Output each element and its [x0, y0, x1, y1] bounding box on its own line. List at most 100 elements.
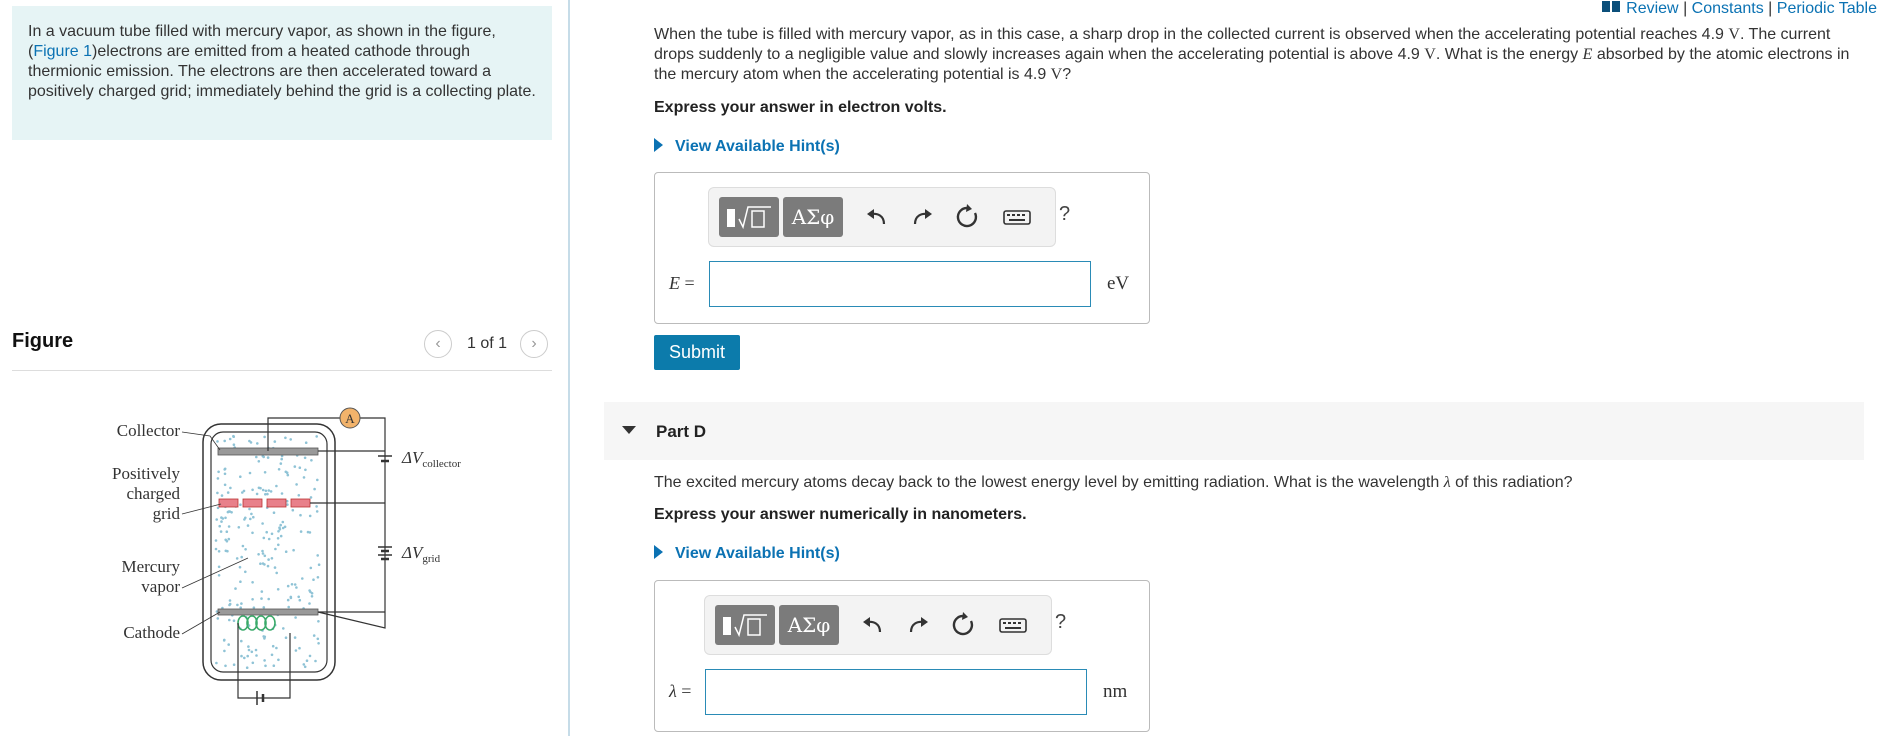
intro-text-after: )electrons are emitted from a heated cat… — [28, 43, 536, 100]
wavelength-answer-input[interactable] — [705, 669, 1087, 715]
vapor-dot — [316, 637, 320, 641]
vapor-dot — [279, 523, 282, 527]
vapor-dot — [217, 470, 220, 474]
redo-icon[interactable] — [905, 612, 931, 638]
chevron-right-icon: › — [531, 335, 537, 352]
vapor-dot — [317, 642, 320, 645]
periodic-table-link[interactable]: Periodic Table — [1777, 0, 1877, 17]
vapor-dot — [273, 440, 277, 443]
variable-lambda: λ — [1443, 474, 1451, 491]
vapor-dot — [315, 435, 318, 438]
vapor-dot — [266, 564, 270, 568]
vapor-dot — [255, 654, 258, 657]
part-d-question: The excited mercury atoms decay back to … — [654, 474, 1573, 492]
vapor-dot — [260, 597, 263, 600]
vapor-dot — [290, 583, 294, 586]
vapor-dot — [228, 599, 232, 602]
vapor-dot — [286, 473, 290, 477]
caret-right-icon — [654, 138, 663, 152]
grid-label-line2: charged — [127, 484, 181, 503]
math-toolbar: ΑΣφ ? — [704, 595, 1066, 655]
templates-button[interactable] — [719, 197, 779, 237]
energy-answer-input[interactable] — [709, 261, 1091, 307]
reset-icon[interactable] — [954, 204, 980, 230]
next-figure-button[interactable]: › — [520, 330, 548, 358]
vapor-dot — [295, 586, 298, 589]
vapor-dot — [229, 486, 232, 490]
unit-ev: eV — [1107, 273, 1130, 294]
vapor-dot — [228, 437, 232, 441]
vapor-dot — [299, 513, 302, 517]
vapor-dot — [272, 664, 276, 667]
constants-link[interactable]: Constants — [1692, 0, 1764, 17]
vapor-dot — [310, 459, 313, 462]
vapor-dot — [214, 547, 218, 551]
part-d-header[interactable]: Part D — [604, 402, 1864, 460]
vapor-dot — [245, 666, 249, 669]
submit-button[interactable]: Submit — [654, 335, 740, 370]
undo-icon[interactable] — [860, 612, 886, 638]
vapor-dot — [220, 516, 223, 519]
greek-symbols-button[interactable]: ΑΣφ — [779, 605, 839, 645]
unit-volts: V — [1050, 66, 1063, 83]
vapor-dot — [270, 653, 274, 657]
vapor-dot — [292, 548, 295, 552]
vapor-dot — [227, 525, 231, 528]
vapor-dot — [280, 492, 284, 495]
help-button[interactable]: ? — [1055, 611, 1066, 634]
part-d-answer-box: ΑΣφ ? λ = nm — [654, 580, 1150, 732]
vapor-dot — [227, 643, 230, 646]
cathode-label: Cathode — [123, 623, 180, 642]
vapor-dot — [293, 465, 297, 468]
vapor-dot — [294, 616, 297, 619]
math-toolbar: ΑΣφ ? — [708, 187, 1070, 247]
redo-icon[interactable] — [909, 204, 935, 230]
reset-icon[interactable] — [950, 612, 976, 638]
vapor-dot — [217, 574, 221, 577]
vapor-dot — [224, 664, 227, 668]
vapor-dot — [226, 491, 230, 494]
help-button[interactable]: ? — [1059, 203, 1070, 226]
templates-button[interactable] — [715, 605, 775, 645]
previous-figure-button[interactable]: ‹ — [424, 330, 452, 358]
figure-1-link[interactable]: Figure 1 — [33, 43, 92, 60]
vapor-dot — [255, 455, 258, 459]
question-text-5: ? — [1062, 66, 1072, 83]
part-c-hint-toggle[interactable]: View Available Hint(s) — [654, 138, 840, 156]
vapor-dot — [267, 537, 271, 541]
vapor-dot — [282, 627, 285, 630]
vapor-dot — [219, 530, 223, 533]
vapor-dot — [261, 522, 264, 525]
vapor-dot — [256, 442, 259, 445]
vapor-dot — [232, 443, 236, 446]
vapor-dot — [244, 516, 247, 520]
vapor-dot — [232, 619, 236, 622]
vapor-dot — [264, 664, 267, 668]
undo-icon[interactable] — [864, 204, 890, 230]
part-d-hint-toggle[interactable]: View Available Hint(s) — [654, 545, 840, 563]
vapor-dot — [243, 656, 246, 660]
keyboard-icon[interactable] — [998, 612, 1028, 638]
grid-label-line3: grid — [153, 504, 181, 523]
vapor-dot — [316, 576, 320, 579]
vapor-dot — [284, 636, 288, 639]
vapor-dot — [244, 548, 247, 551]
vapor-dot — [223, 468, 226, 471]
hint-label: View Available Hint(s) — [675, 545, 840, 562]
vapor-dot — [295, 483, 298, 486]
vapor-dot — [261, 552, 265, 555]
review-link[interactable]: Review — [1626, 0, 1678, 17]
vapor-dot — [289, 595, 293, 599]
vapor-dot — [277, 543, 280, 547]
vapor-dot — [240, 654, 243, 658]
unit-volts: V — [1424, 46, 1436, 63]
greek-symbols-button[interactable]: ΑΣφ — [783, 197, 843, 237]
keyboard-icon[interactable] — [1002, 204, 1032, 230]
vapor-dot — [275, 571, 278, 575]
vapor-dot — [232, 663, 236, 666]
vapor-dot — [281, 526, 285, 530]
vapor-dot — [306, 530, 310, 534]
sqrt-template-icon — [727, 206, 771, 230]
vapor-dot — [271, 644, 275, 648]
vapor-dot — [217, 565, 221, 569]
